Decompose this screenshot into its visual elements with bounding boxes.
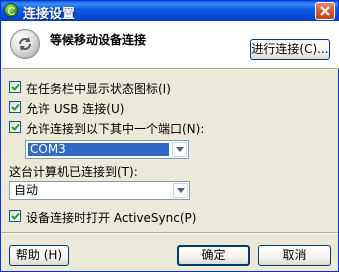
open-activesync-label: 设备连接时打开 ActiveSync(P) <box>26 211 197 225</box>
header-title: 等候移动设备连接 <box>50 33 147 47</box>
connected-to-select[interactable]: 自动 <box>9 181 190 200</box>
close-button[interactable] <box>315 2 335 20</box>
connected-to-label: 这台计算机已连接到(T): <box>9 165 138 179</box>
show-tray-icon-checkbox[interactable] <box>9 81 21 93</box>
help-button[interactable]: 帮助 (H) <box>9 245 69 266</box>
connected-to-dropdown-button[interactable] <box>173 183 188 198</box>
title-bar[interactable]: 连接设置 <box>1 1 338 22</box>
port-select-value: COM3 <box>27 142 170 157</box>
allow-port-label: 允许连接到以下其中一个端口(N): <box>26 122 205 136</box>
open-activesync-checkbox[interactable] <box>9 210 21 222</box>
checkmark-icon <box>11 103 20 111</box>
chevron-down-icon <box>177 188 185 193</box>
ok-button[interactable]: 确定 <box>177 245 250 266</box>
checkmark-icon <box>11 83 20 91</box>
window-title: 连接设置 <box>23 7 76 22</box>
activesync-icon <box>4 3 18 17</box>
allow-usb-label: 允许 USB 连接(U) <box>26 102 125 116</box>
checkmark-icon <box>11 123 20 131</box>
allow-usb-checkbox[interactable] <box>9 101 21 113</box>
checkmark-icon <box>11 212 20 220</box>
show-tray-icon-label: 在任务栏中显示状态图标(I) <box>26 82 171 96</box>
connection-settings-dialog: 连接设置 等候移动设备连接 进行连接(C)... 在任务栏中显示状态图标(I) <box>0 0 339 272</box>
allow-port-checkbox[interactable] <box>9 121 21 133</box>
port-select[interactable]: COM3 <box>25 140 189 159</box>
sync-icon <box>10 29 40 59</box>
footer-divider <box>1 232 338 234</box>
connect-button[interactable]: 进行连接(C)... <box>250 39 330 60</box>
chevron-down-icon <box>176 147 184 152</box>
port-dropdown-button[interactable] <box>172 142 187 157</box>
cancel-button[interactable]: 取消 <box>258 245 331 266</box>
close-icon <box>320 6 330 16</box>
connected-to-select-value: 自动 <box>14 183 39 197</box>
